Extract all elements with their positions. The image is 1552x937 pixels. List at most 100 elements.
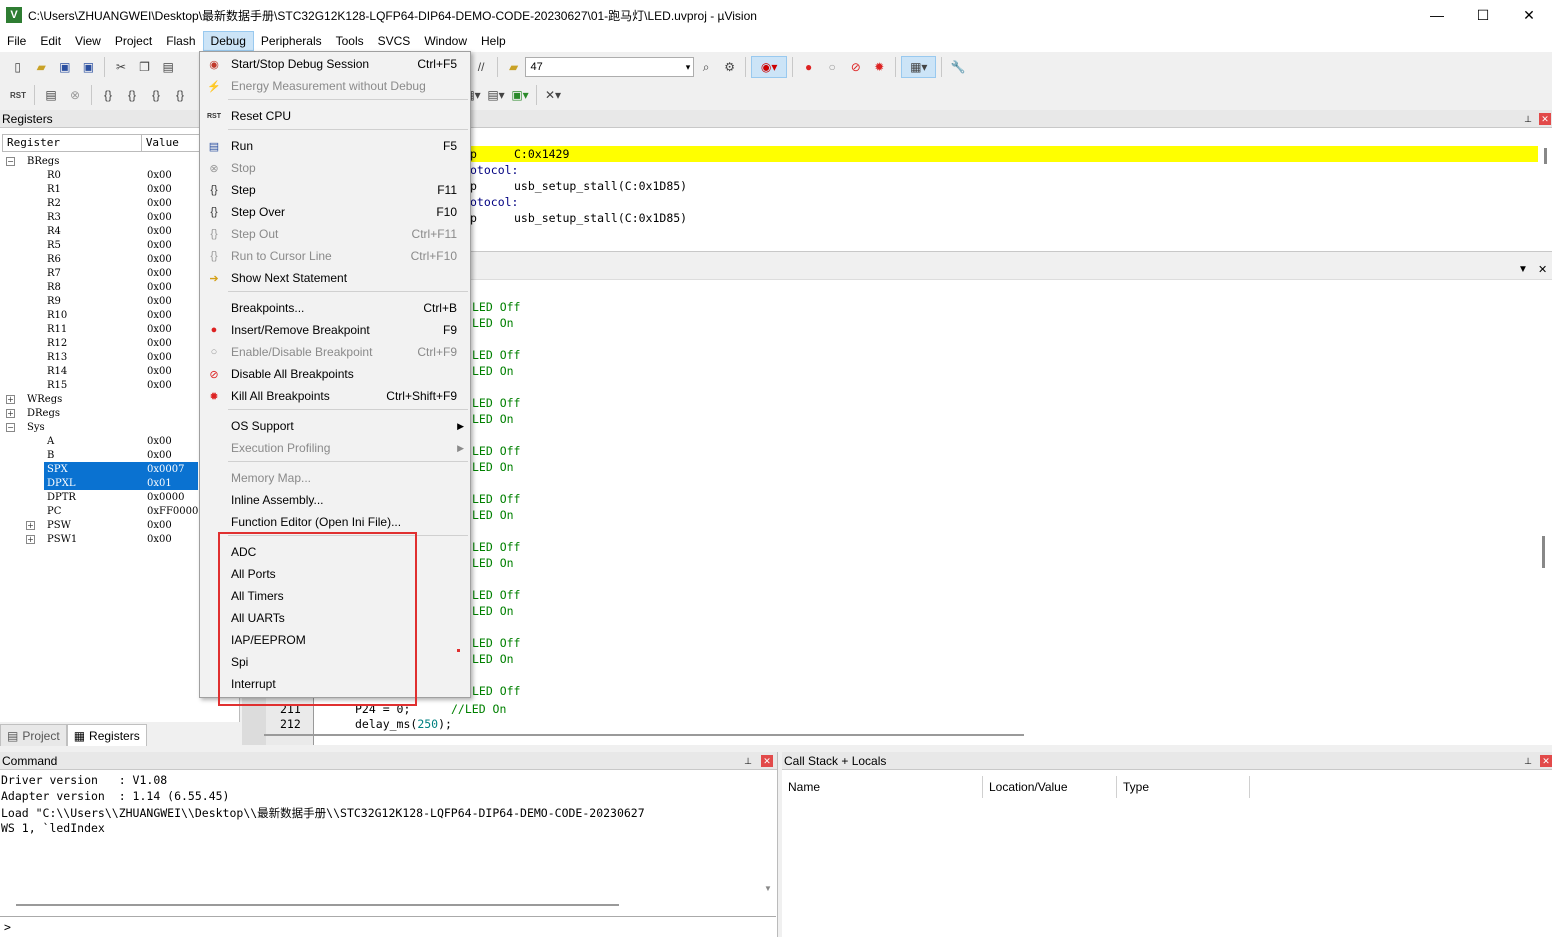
col-type[interactable]: Type [1117, 776, 1250, 798]
menu-item-start-stop-debug-session[interactable]: ◉ Start/Stop Debug Session Ctrl+F5 [200, 53, 470, 75]
menu-item-insert-remove-breakpoint[interactable]: ● Insert/Remove Breakpoint F9 [200, 319, 470, 341]
command-h-scrollbar[interactable] [16, 904, 619, 906]
paste-icon[interactable]: ▤ [157, 56, 179, 78]
menu-project[interactable]: Project [108, 31, 159, 51]
menu-help[interactable]: Help [474, 31, 513, 51]
tools-icon[interactable]: ✕▾ [542, 84, 564, 106]
open-folder-icon[interactable]: ▰ [30, 56, 52, 78]
incremental-find-icon[interactable]: ⚙ [719, 56, 741, 78]
menu-flash[interactable]: Flash [159, 31, 202, 51]
menu-window[interactable]: Window [417, 31, 474, 51]
disable-breakpoints-toolbar-icon[interactable]: ⊘ [845, 56, 867, 78]
reset-toolbar-icon[interactable]: RST [7, 84, 29, 106]
tree-expander-icon[interactable]: + [26, 534, 35, 544]
tree-expander-icon[interactable]: − [6, 422, 15, 432]
find-combo[interactable]: 47 ▾ [525, 57, 695, 77]
menu-item-stop[interactable]: ⊗ Stop [200, 157, 470, 179]
menu-item-function-editor-open-ini-file[interactable]: Function Editor (Open Ini File)... [200, 511, 470, 533]
code-comment: LED On [472, 508, 514, 522]
step-out-toolbar-icon[interactable]: {} [145, 84, 167, 106]
breakpoint-toolbar-icon[interactable]: ● [798, 56, 820, 78]
code-comment: LED Off [472, 396, 521, 410]
menu-item-inline-assembly[interactable]: Inline Assembly... [200, 489, 470, 511]
step-toolbar-icon[interactable]: {} [97, 84, 119, 106]
menu-item-step-over[interactable]: {} Step Over F10 [200, 201, 470, 223]
scroll-down-icon[interactable]: ▼ [764, 884, 772, 893]
close-icon[interactable]: ✕ [761, 755, 773, 767]
disasm-scrollbar[interactable] [1544, 148, 1547, 164]
minimize-button[interactable]: — [1414, 0, 1460, 30]
register-row[interactable]: DPXL 0x01 [44, 476, 198, 490]
maximize-button[interactable]: ☐ [1460, 0, 1506, 30]
menu-item-disable-all-breakpoints[interactable]: ⊘ Disable All Breakpoints [200, 363, 470, 385]
menu-item-step-out[interactable]: {} Step Out Ctrl+F11 [200, 223, 470, 245]
menu-item-show-next-statement[interactable]: ➔ Show Next Statement [200, 267, 470, 289]
find-icon[interactable]: ⌕ [695, 56, 717, 78]
menu-item-energy-measurement-without-debug[interactable]: ⚡ Energy Measurement without Debug [200, 75, 470, 97]
menu-item-enable-disable-breakpoint[interactable]: ○ Enable/Disable Breakpoint Ctrl+F9 [200, 341, 470, 363]
run-toolbar-icon[interactable]: ▤ [40, 84, 62, 106]
command-output-line: Driver version : V1.08 [1, 773, 168, 787]
menu-item-breakpoints[interactable]: Breakpoints... Ctrl+B [200, 297, 470, 319]
disasm-line-3-b: usb_setup_stall(C:0x1D85) [514, 179, 688, 193]
tab-registers[interactable]: ▦ Registers [66, 724, 147, 746]
code-comment: LED On [472, 316, 514, 330]
pin-icon[interactable]: ⊥ [742, 755, 754, 767]
kill-breakpoints-toolbar-icon[interactable]: ✹ [869, 56, 891, 78]
menu-tools[interactable]: Tools [329, 31, 371, 51]
code-comment: LED On [472, 460, 514, 474]
close-icon[interactable]: ✕ [1540, 755, 1552, 767]
debug-session-toolbar-icon[interactable]: ◉▾ [751, 56, 787, 78]
tree-expander-icon[interactable]: − [6, 156, 15, 166]
save-all-icon[interactable]: ▣ [78, 56, 100, 78]
breakpoint-toggle-toolbar-icon[interactable]: ○ [821, 56, 843, 78]
stop-toolbar-icon[interactable]: ⊗ [64, 84, 86, 106]
menu-item-os-support[interactable]: OS Support ▶ [200, 415, 470, 437]
menu-item-memory-map[interactable]: Memory Map... [200, 467, 470, 489]
menu-svcs[interactable]: SVCS [371, 31, 418, 51]
save-icon[interactable]: ▣ [54, 56, 76, 78]
serial-window-icon[interactable]: ▤▾ [485, 84, 507, 106]
tree-expander-icon[interactable]: + [6, 394, 15, 404]
pin-icon[interactable]: ⊥ [1522, 113, 1534, 125]
menu-item-execution-profiling[interactable]: Execution Profiling ▶ [200, 437, 470, 459]
code-comment: LED Off [472, 444, 521, 458]
tree-expander-icon[interactable]: + [26, 520, 35, 530]
pin-icon[interactable]: ⊥ [1522, 755, 1534, 767]
tab-list-icon[interactable]: ▼ [1518, 264, 1528, 275]
menu-item-reset-cpu[interactable]: RST Reset CPU [200, 105, 470, 127]
step-over-toolbar-icon[interactable]: {} [121, 84, 143, 106]
col-location-value[interactable]: Location/Value [983, 776, 1117, 798]
command-input[interactable] [16, 918, 766, 936]
editor-h-scrollbar[interactable] [264, 734, 1024, 736]
configure-icon[interactable]: 🔧 [947, 56, 969, 78]
register-row[interactable]: SPX 0x0007 [44, 462, 198, 476]
close-icon[interactable]: ✕ [1539, 113, 1551, 125]
menu-item-kill-all-breakpoints[interactable]: ✹ Kill All Breakpoints Ctrl+Shift+F9 [200, 385, 470, 407]
menu-file[interactable]: File [0, 31, 33, 51]
analysis-window-icon[interactable]: ▣▾ [509, 84, 531, 106]
menu-item-label: Energy Measurement without Debug [231, 79, 426, 93]
menu-item-run-to-cursor-line[interactable]: {} Run to Cursor Line Ctrl+F10 [200, 245, 470, 267]
menu-item-run[interactable]: ▤ Run F5 [200, 135, 470, 157]
close-button[interactable]: ✕ [1506, 0, 1552, 30]
tab-project[interactable]: ▤ Project [0, 724, 67, 746]
col-name[interactable]: Name [782, 776, 983, 798]
new-file-icon[interactable]: ▯ [7, 56, 29, 78]
menu-edit[interactable]: Edit [33, 31, 68, 51]
cut-icon[interactable]: ✂ [110, 56, 132, 78]
copy-icon[interactable]: ❐ [134, 56, 156, 78]
tree-expander-icon[interactable]: + [6, 408, 15, 418]
menu-item-label: Step [231, 183, 256, 197]
window-layout-icon[interactable]: ▦▾ [901, 56, 937, 78]
menu-separator [228, 99, 468, 100]
editor-scrollbar[interactable] [1542, 536, 1545, 568]
find-in-files-icon[interactable]: ▰ [503, 56, 525, 78]
uncomment-icon[interactable]: // [470, 56, 492, 78]
menu-debug[interactable]: Debug [202, 31, 254, 51]
menu-view[interactable]: View [68, 31, 108, 51]
menu-item-step[interactable]: {} Step F11 [200, 179, 470, 201]
menu-peripherals[interactable]: Peripherals [254, 31, 329, 51]
run-to-cursor-toolbar-icon[interactable]: {} [169, 84, 191, 106]
close-editor-icon[interactable]: ✕ [1538, 263, 1547, 276]
